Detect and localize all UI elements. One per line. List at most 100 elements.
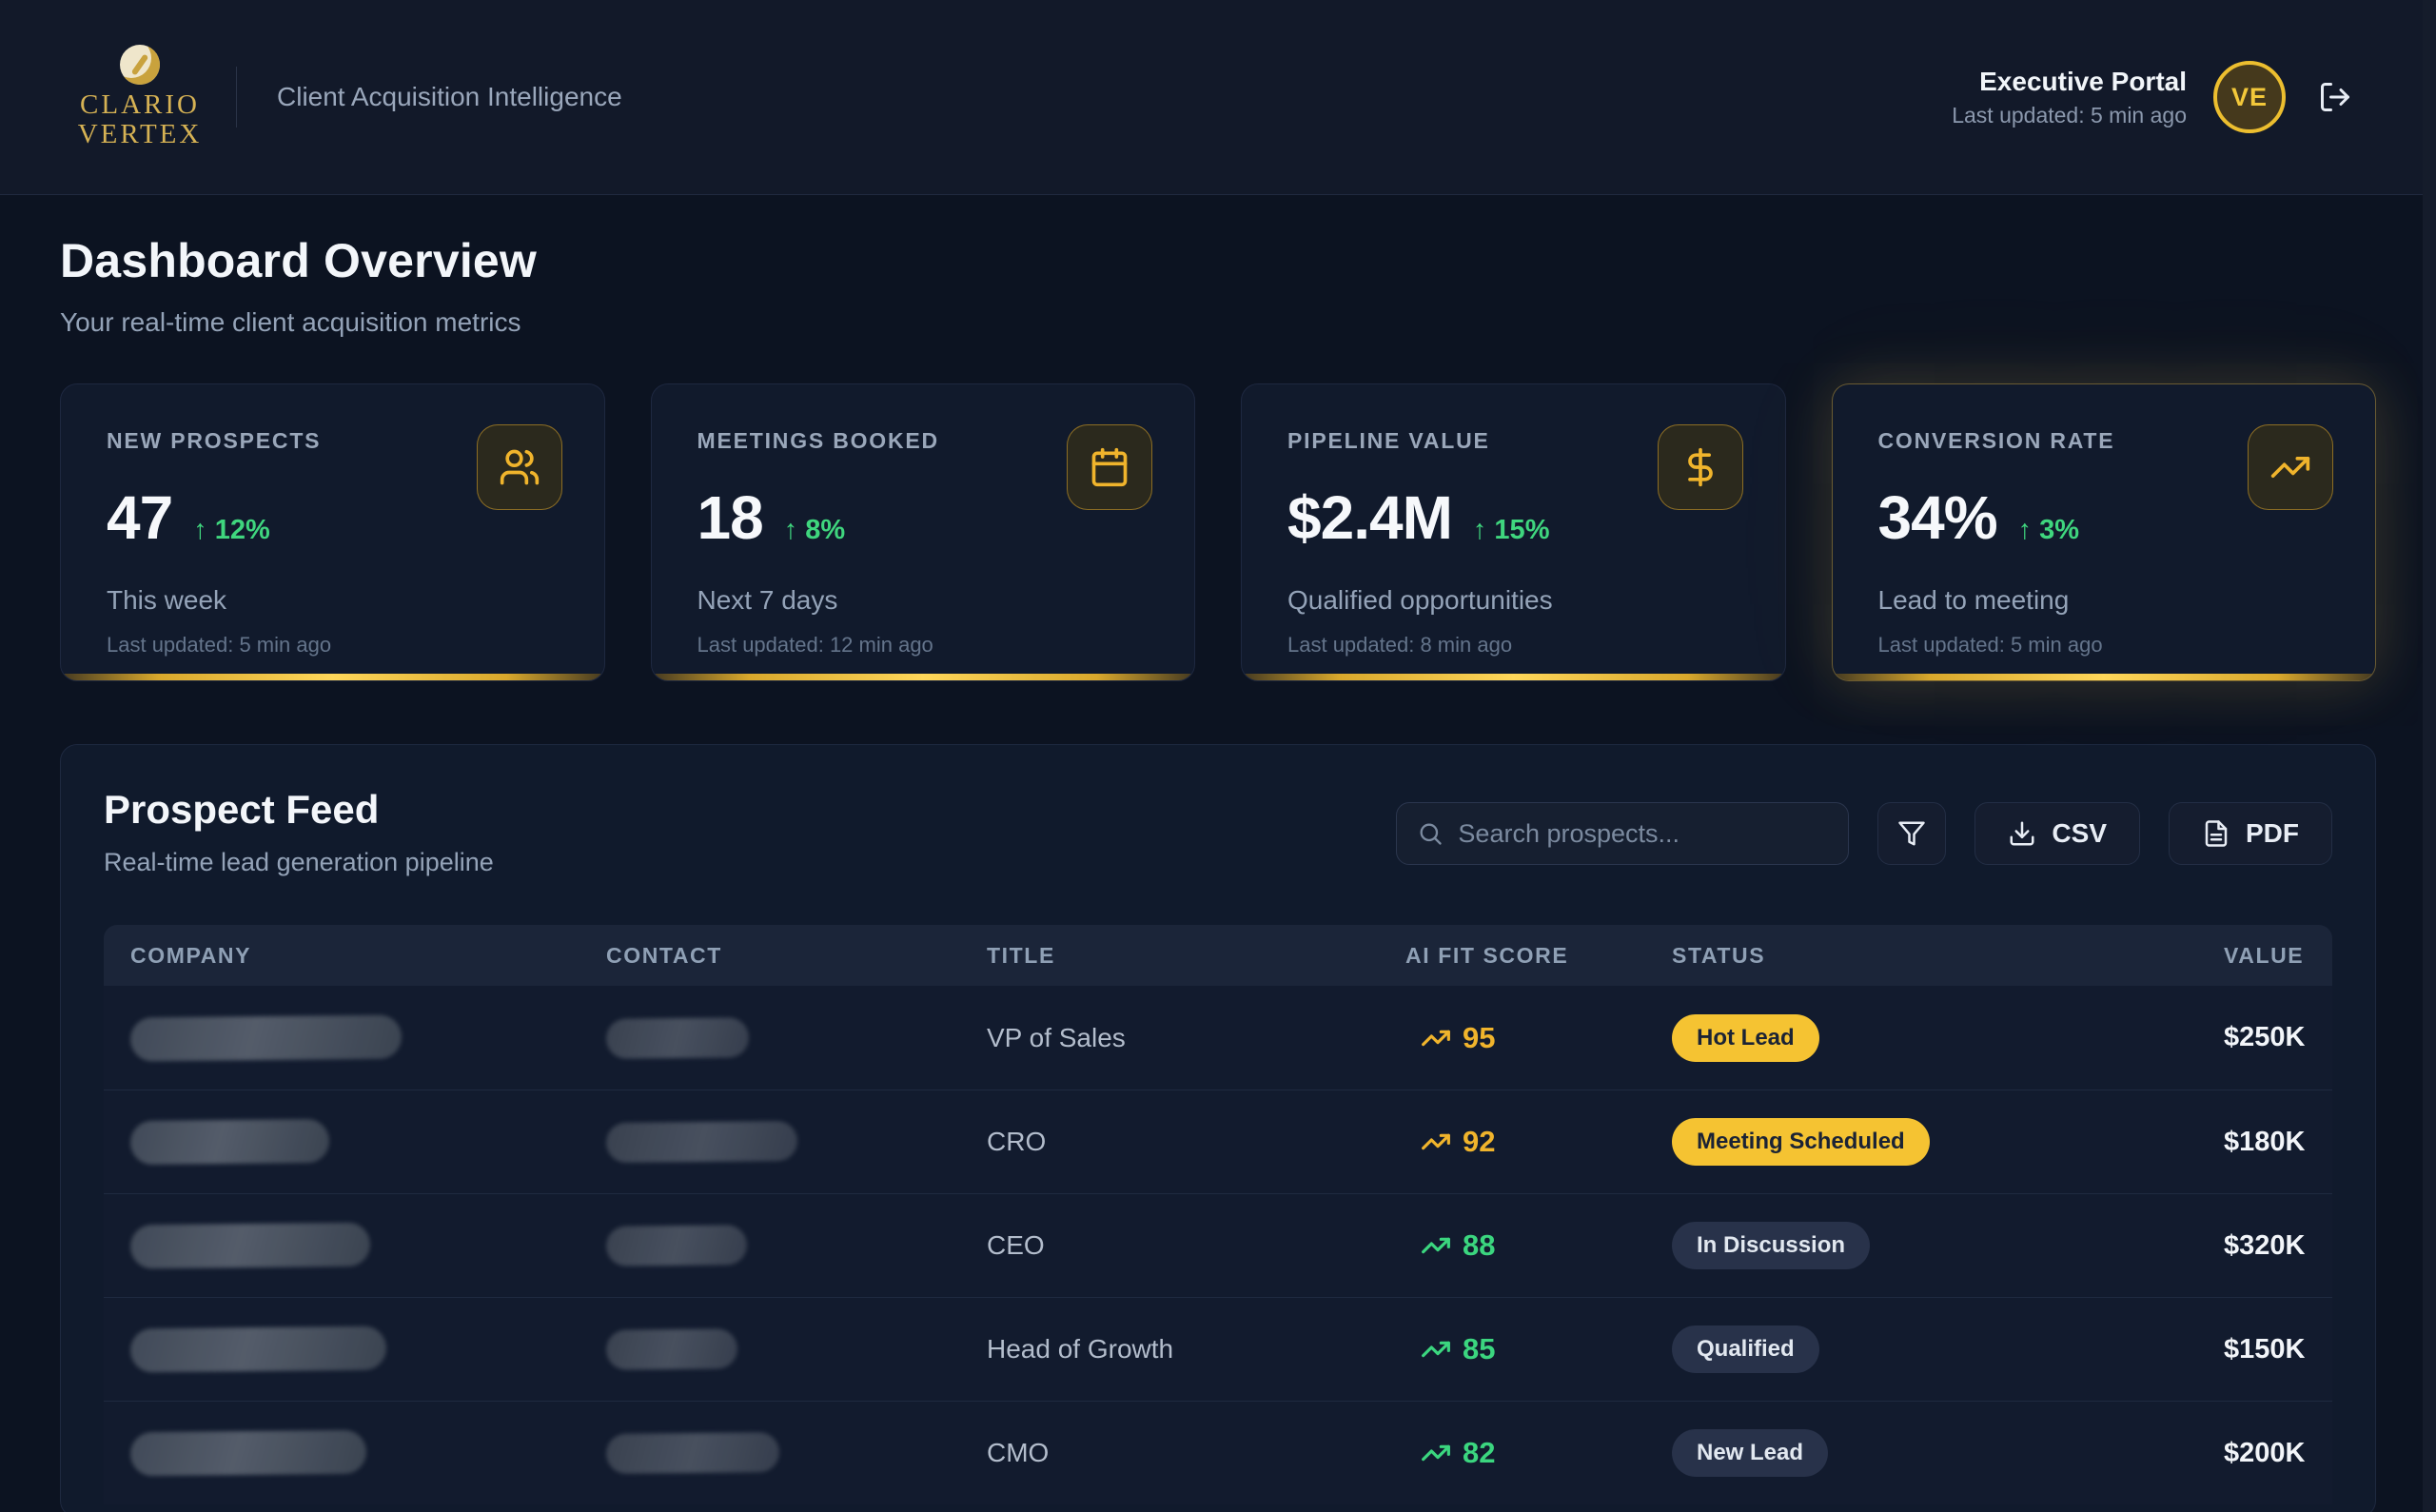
- kpi-delta: ↑ 3%: [2018, 515, 2079, 546]
- calendar-icon: [1089, 446, 1130, 488]
- kpi-accent-bar: [652, 674, 1195, 680]
- feed-subtitle: Real-time lead generation pipeline: [104, 848, 494, 877]
- kpi-delta: ↑ 8%: [784, 515, 845, 546]
- deal-value: $250K: [2197, 1022, 2332, 1053]
- kpi-last-updated: Last updated: 5 min ago: [107, 633, 559, 658]
- ai-fit-score: 88: [1421, 1228, 1645, 1263]
- kpi-value: 47: [107, 482, 172, 553]
- redacted-contact: [606, 1328, 737, 1369]
- avatar[interactable]: VE: [2213, 61, 2286, 133]
- redacted-contact: [606, 1121, 797, 1163]
- kpi-value: 34%: [1878, 482, 1997, 553]
- dollar-icon: [1680, 446, 1721, 488]
- trending-up-icon: [1421, 1023, 1451, 1053]
- filter-icon: [1897, 819, 1926, 848]
- kpi-value: $2.4M: [1287, 482, 1452, 553]
- ai-fit-score: 82: [1421, 1436, 1645, 1470]
- kpi-card-conversion-rate[interactable]: CONVERSION RATE 34% ↑ 3% Lead to meeting…: [1832, 383, 2377, 681]
- trending-up-icon: [1421, 1438, 1451, 1468]
- kpi-card-new-prospects[interactable]: NEW PROSPECTS 47 ↑ 12% This week Last up…: [60, 383, 605, 681]
- score-value: 82: [1463, 1436, 1495, 1470]
- kpi-card-pipeline-value[interactable]: PIPELINE VALUE $2.4M ↑ 15% Qualified opp…: [1241, 383, 1786, 681]
- status-badge: New Lead: [1672, 1429, 1828, 1477]
- redacted-contact: [606, 1432, 779, 1474]
- kpi-last-updated: Last updated: 5 min ago: [1878, 633, 2330, 658]
- table-row[interactable]: CRO 92 Meeting Scheduled $180K: [104, 1090, 2332, 1193]
- kpi-accent-bar: [1242, 674, 1785, 680]
- deal-value: $200K: [2197, 1438, 2332, 1469]
- contact-title: Head of Growth: [960, 1334, 1379, 1365]
- kpi-value: 18: [697, 482, 763, 553]
- kpi-context: Qualified opportunities: [1287, 585, 1739, 616]
- column-header-status: STATUS: [1645, 943, 2197, 969]
- redacted-company: [130, 1014, 402, 1061]
- download-icon: [2008, 819, 2036, 848]
- table-row[interactable]: CMO 82 New Lead $200K: [104, 1401, 2332, 1504]
- logout-button[interactable]: [2312, 74, 2358, 120]
- export-csv-button[interactable]: CSV: [1974, 802, 2140, 865]
- page-subtitle: Your real-time client acquisition metric…: [60, 307, 2376, 338]
- kpi-card-meetings-booked[interactable]: MEETINGS BOOKED 18 ↑ 8% Next 7 days Last…: [651, 383, 1196, 681]
- kpi-delta: ↑ 15%: [1473, 515, 1550, 546]
- file-text-icon: [2202, 819, 2230, 848]
- table-row[interactable]: Head of Growth 85 Qualified $150K: [104, 1297, 2332, 1401]
- trending-up-icon: [1421, 1230, 1451, 1261]
- users-icon: [499, 446, 540, 488]
- status-badge: Meeting Scheduled: [1672, 1118, 1930, 1166]
- column-header-company: COMPANY: [104, 943, 580, 969]
- redacted-contact: [606, 1017, 749, 1059]
- portal-title: Executive Portal: [1952, 67, 2187, 97]
- kpi-context: Next 7 days: [697, 585, 1149, 616]
- portal-info: Executive Portal Last updated: 5 min ago: [1952, 67, 2187, 128]
- kpi-card-grid: NEW PROSPECTS 47 ↑ 12% This week Last up…: [0, 383, 2436, 681]
- brand-name-line2: VERTEX: [78, 120, 203, 149]
- contact-title: CEO: [960, 1230, 1379, 1261]
- redacted-company: [130, 1430, 366, 1477]
- score-value: 92: [1463, 1125, 1495, 1159]
- feed-title: Prospect Feed: [104, 787, 494, 833]
- deal-value: $150K: [2197, 1334, 2332, 1365]
- column-header-title: TITLE: [960, 943, 1379, 969]
- table-row[interactable]: VP of Sales 95 Hot Lead $250K: [104, 986, 2332, 1090]
- brand-logo: CLARIO VERTEX: [84, 45, 196, 150]
- prospect-table: COMPANYCONTACTTITLEAI FIT SCORESTATUSVAL…: [104, 925, 2332, 1504]
- trending-up-icon: [1421, 1334, 1451, 1365]
- contact-title: CRO: [960, 1127, 1379, 1157]
- contact-title: VP of Sales: [960, 1023, 1379, 1053]
- ai-fit-score: 95: [1421, 1021, 1645, 1055]
- scrollbar-track[interactable]: [2423, 0, 2436, 1512]
- feed-heading: Prospect Feed Real-time lead generation …: [104, 787, 494, 877]
- redacted-contact: [606, 1225, 747, 1267]
- brand-logo-icon: [120, 45, 160, 85]
- score-value: 95: [1463, 1021, 1495, 1055]
- export-pdf-button[interactable]: PDF: [2169, 802, 2332, 865]
- ai-fit-score: 85: [1421, 1332, 1645, 1366]
- app-tagline: Client Acquisition Intelligence: [277, 82, 622, 112]
- deal-value: $320K: [2197, 1230, 2332, 1262]
- kpi-context: This week: [107, 585, 559, 616]
- redacted-company: [130, 1223, 370, 1269]
- column-header-value: VALUE: [2197, 943, 2332, 969]
- kpi-accent-bar: [61, 674, 604, 680]
- table-header-row: COMPANYCONTACTTITLEAI FIT SCORESTATUSVAL…: [104, 925, 2332, 986]
- kpi-last-updated: Last updated: 12 min ago: [697, 633, 1149, 658]
- search-input[interactable]: [1396, 802, 1849, 865]
- status-badge: Qualified: [1672, 1325, 1819, 1373]
- deal-value: $180K: [2197, 1127, 2332, 1158]
- search-wrap: [1396, 802, 1849, 865]
- kpi-last-updated: Last updated: 8 min ago: [1287, 633, 1739, 658]
- score-value: 88: [1463, 1228, 1495, 1263]
- filter-button[interactable]: [1877, 802, 1946, 865]
- status-badge: In Discussion: [1672, 1222, 1870, 1269]
- table-row[interactable]: CEO 88 In Discussion $320K: [104, 1193, 2332, 1297]
- log-out-icon: [2318, 80, 2352, 114]
- redacted-company: [130, 1119, 329, 1165]
- header-divider: [236, 67, 237, 128]
- brand-name-line1: CLARIO: [80, 90, 200, 120]
- table-body: VP of Sales 95 Hot Lead $250K CRO 92 Mee…: [104, 986, 2332, 1504]
- kpi-context: Lead to meeting: [1878, 585, 2330, 616]
- column-header-ai-fit-score: AI FIT SCORE: [1379, 943, 1645, 969]
- csv-button-label: CSV: [2052, 818, 2107, 849]
- page-title: Dashboard Overview: [60, 233, 2376, 288]
- trending-up-icon: [2269, 446, 2311, 488]
